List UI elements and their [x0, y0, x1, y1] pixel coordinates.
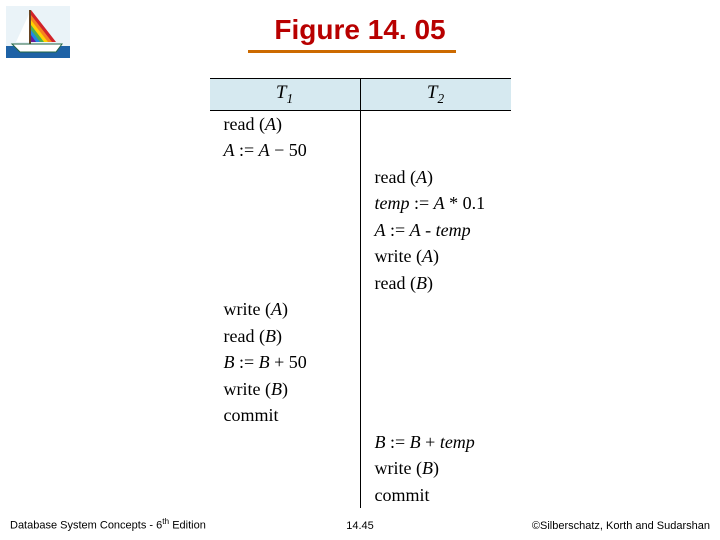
t2-cell: A := A - temp — [360, 217, 511, 244]
t1-cell: read (A) — [210, 110, 361, 137]
schedule-row: commit — [210, 482, 511, 509]
t2-cell — [360, 323, 511, 350]
t2-cell: read (B) — [360, 270, 511, 297]
schedule-row: read (B) — [210, 270, 511, 297]
t2-cell — [360, 376, 511, 403]
slide-title: Figure 14. 05 — [0, 14, 720, 46]
t1-cell — [210, 164, 361, 191]
schedule-row: read (B) — [210, 323, 511, 350]
schedule-row: commit — [210, 402, 511, 429]
t1-cell — [210, 243, 361, 270]
t1-cell — [210, 429, 361, 456]
t2-cell — [360, 137, 511, 164]
t2-cell — [360, 296, 511, 323]
schedule-row: write (B) — [210, 376, 511, 403]
schedule-row: temp := A * 0.1 — [210, 190, 511, 217]
t2-cell: read (A) — [360, 164, 511, 191]
t1-cell: read (B) — [210, 323, 361, 350]
title-underline — [248, 50, 456, 53]
schedule-row: write (A) — [210, 296, 511, 323]
t1-cell — [210, 482, 361, 509]
t1-cell — [210, 190, 361, 217]
schedule-table: T1 T2 read (A) A := A − 50 read (A) temp… — [210, 78, 511, 508]
column-header-t1: T1 — [210, 79, 361, 111]
t2-cell: write (A) — [360, 243, 511, 270]
schedule-row: A := A − 50 — [210, 137, 511, 164]
t1-cell — [210, 217, 361, 244]
schedule-row: A := A - temp — [210, 217, 511, 244]
t2-cell: write (B) — [360, 455, 511, 482]
t1-cell — [210, 455, 361, 482]
t1-cell: B := B + 50 — [210, 349, 361, 376]
schedule-figure: T1 T2 read (A) A := A − 50 read (A) temp… — [0, 78, 720, 508]
t1-cell — [210, 270, 361, 297]
t2-cell: commit — [360, 482, 511, 509]
schedule-row: B := B + 50 — [210, 349, 511, 376]
footer-copyright: ©Silberschatz, Korth and Sudarshan — [532, 520, 710, 532]
schedule-row: read (A) — [210, 110, 511, 137]
t1-cell: write (A) — [210, 296, 361, 323]
schedule-row: B := B + temp — [210, 429, 511, 456]
t2-cell — [360, 349, 511, 376]
t2-cell — [360, 402, 511, 429]
t1-cell: write (B) — [210, 376, 361, 403]
column-header-t2: T2 — [360, 79, 511, 111]
schedule-row: write (B) — [210, 455, 511, 482]
t1-cell: A := A − 50 — [210, 137, 361, 164]
t2-cell: B := B + temp — [360, 429, 511, 456]
schedule-row: write (A) — [210, 243, 511, 270]
schedule-row: read (A) — [210, 164, 511, 191]
t2-cell — [360, 110, 511, 137]
t2-cell: temp := A * 0.1 — [360, 190, 511, 217]
t1-cell: commit — [210, 402, 361, 429]
